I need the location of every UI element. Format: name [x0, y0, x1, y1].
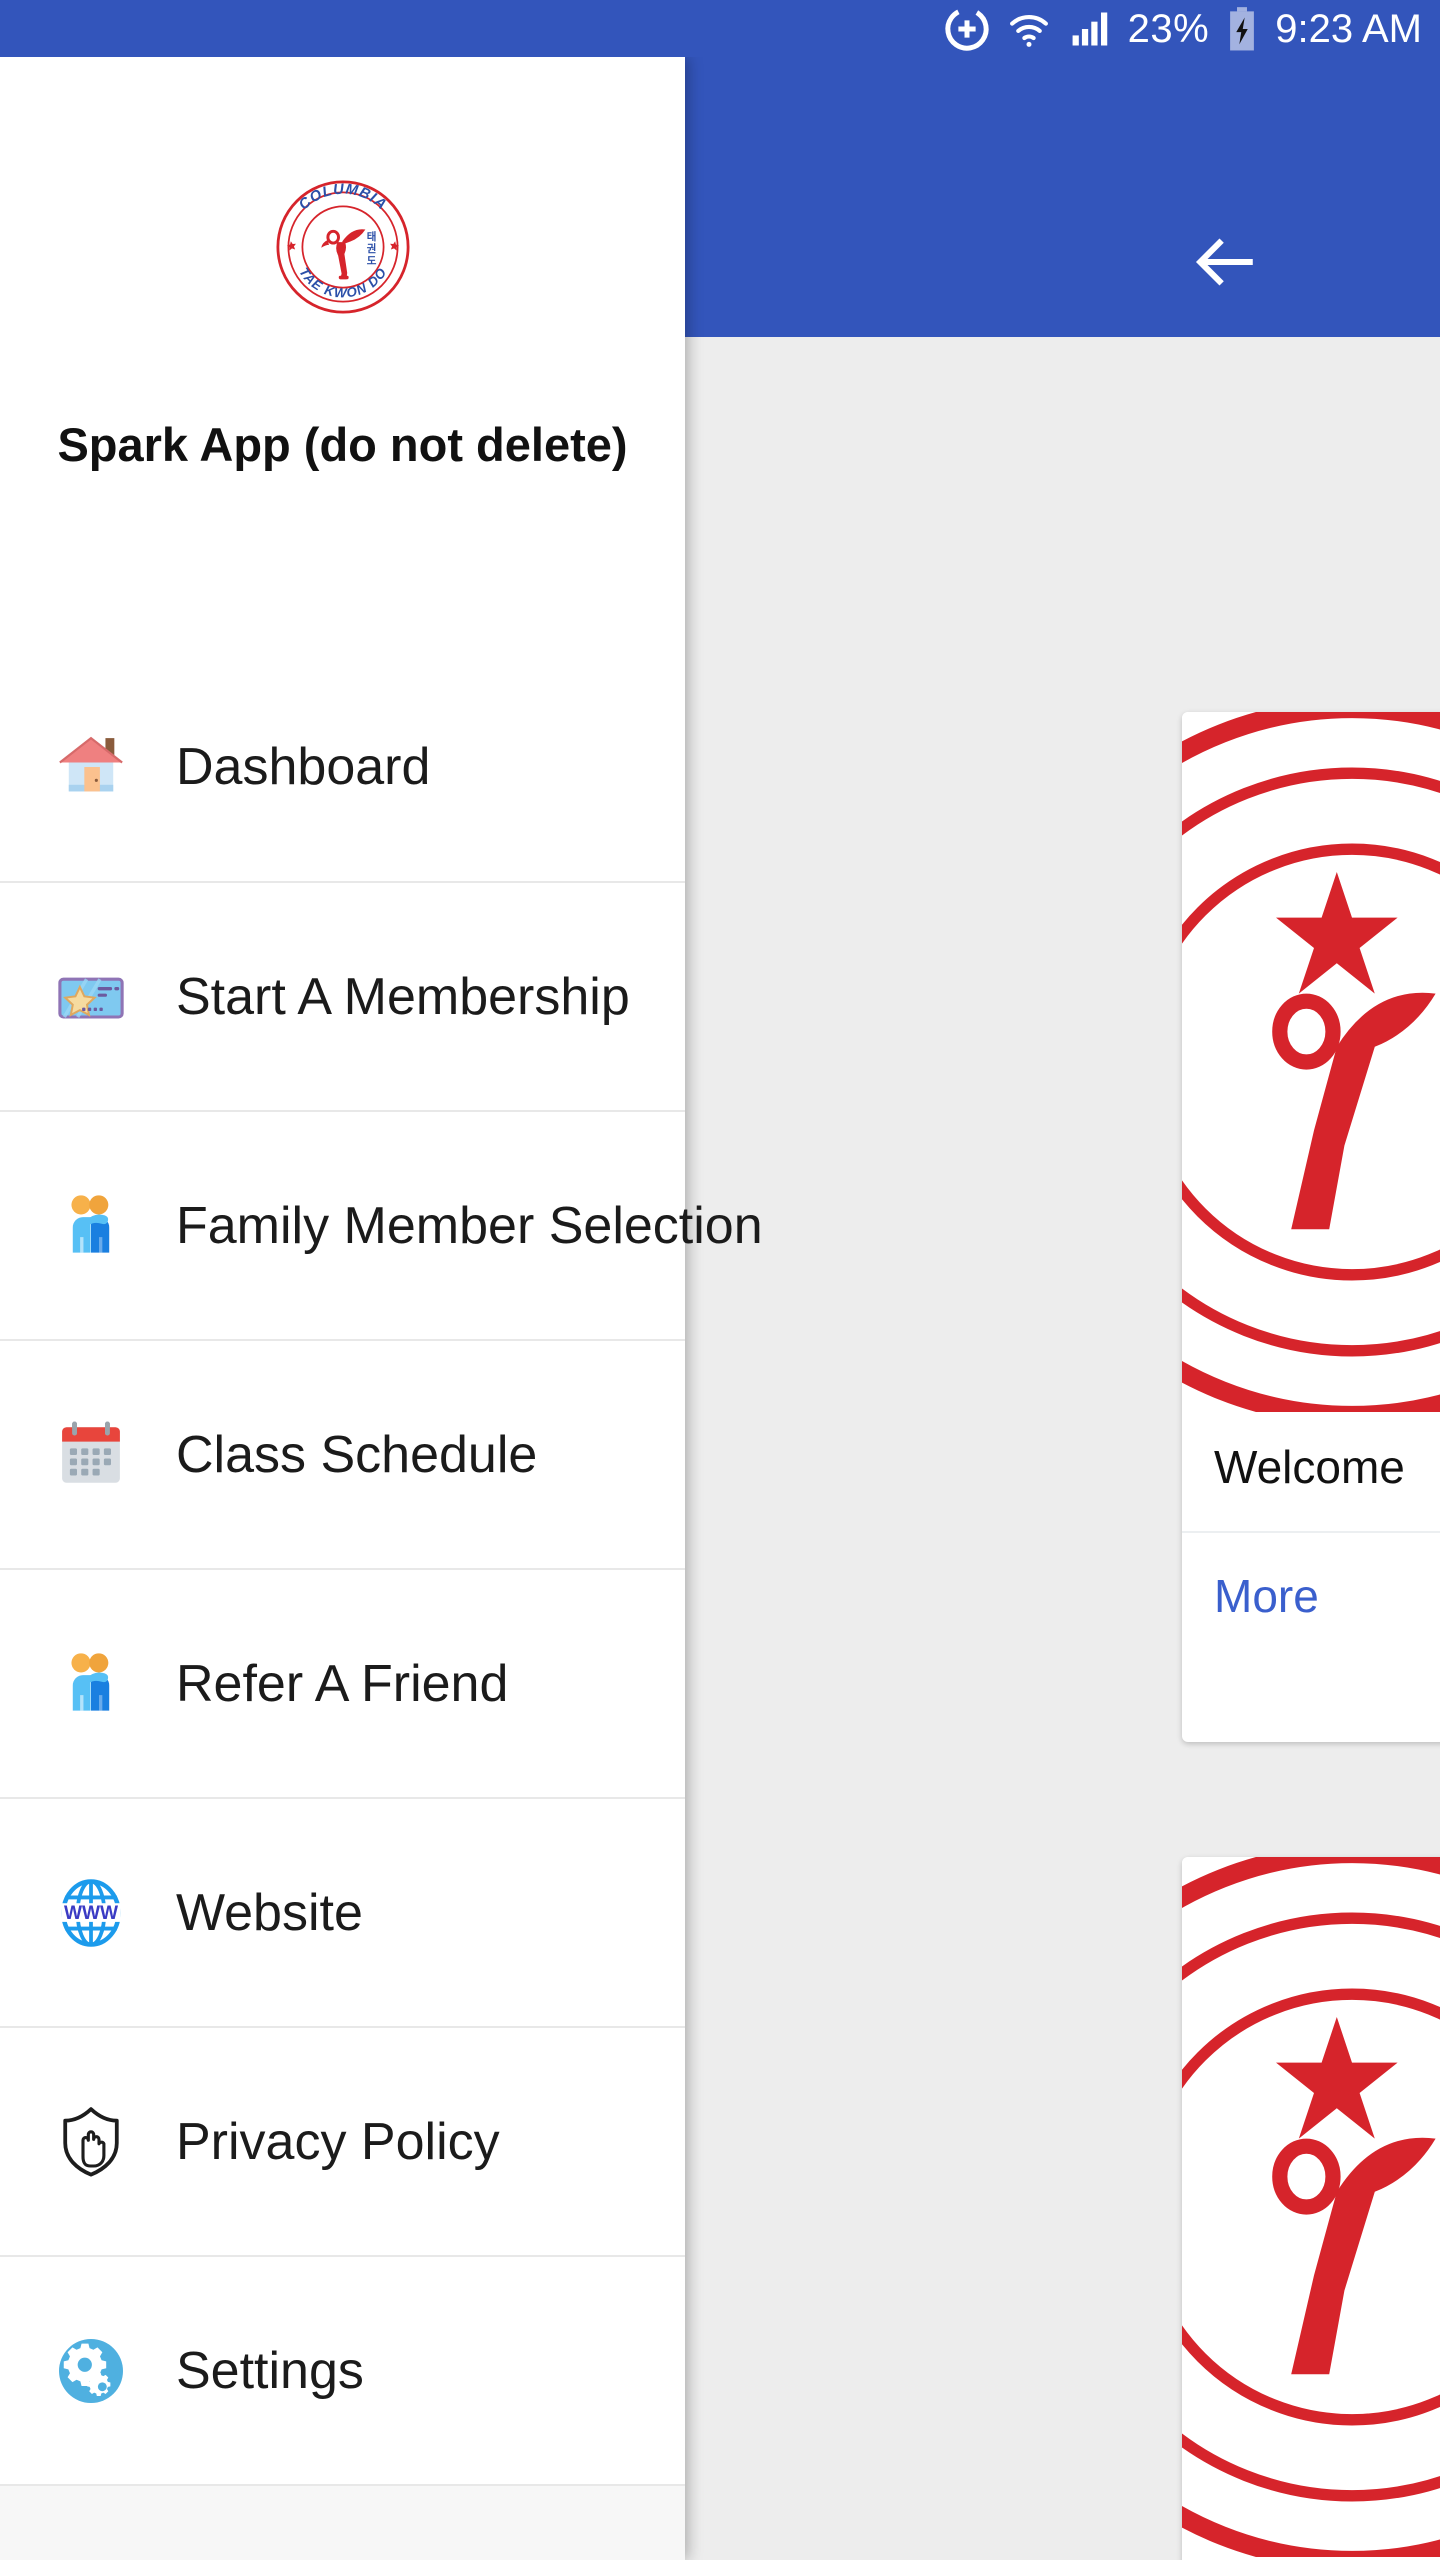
drawer-footer: [0, 2484, 685, 2560]
ticket-star-icon: [48, 954, 134, 1040]
drawer-menu-list: Dashboard Start A Membership Family Memb…: [0, 652, 763, 2484]
card-more-link[interactable]: More: [1182, 1533, 1440, 1659]
battery-percent-label: 23%: [1127, 6, 1210, 51]
card-media: [1182, 712, 1440, 1412]
drawer-item-label: Dashboard: [176, 737, 431, 796]
card-media: [1182, 1857, 1440, 2557]
columbia-tae-kwon-do-logo: COLUMBIA TAE KWON DO 태 권 도: [273, 177, 413, 317]
two-people-icon: [48, 1183, 134, 1269]
status-bar: 23% 9:23 AM: [0, 0, 1440, 57]
drawer-item-label: Privacy Policy: [176, 2112, 500, 2171]
drawer-item-website[interactable]: WWW Website: [0, 1797, 685, 2026]
drawer-item-dashboard[interactable]: Dashboard: [0, 652, 685, 881]
drawer-item-label: Class Schedule: [176, 1425, 538, 1484]
back-button[interactable]: [1185, 222, 1265, 302]
drawer-header: COLUMBIA TAE KWON DO 태 권 도 Spark App (do…: [0, 57, 685, 652]
content-card[interactable]: Welcome More: [1182, 712, 1440, 1742]
svg-text:권: 권: [366, 243, 376, 255]
svg-text:도: 도: [366, 255, 376, 267]
gears-icon: [48, 2328, 134, 2414]
content-card[interactable]: INFO F: [1182, 1857, 1440, 2560]
shield-hand-icon: [48, 2099, 134, 2185]
drawer-item-class-schedule[interactable]: Class Schedule: [0, 1339, 685, 1568]
svg-text:태: 태: [366, 230, 376, 243]
back-arrow-icon: [1192, 229, 1258, 295]
wifi-icon: [1006, 6, 1052, 52]
drawer-item-label: Family Member Selection: [176, 1196, 763, 1255]
columbia-tae-kwon-do-logo: [1182, 712, 1440, 1412]
two-people-icon: [48, 1641, 134, 1727]
clock-label: 9:23 AM: [1275, 6, 1422, 51]
www-globe-icon: WWW: [48, 1870, 134, 1956]
drawer-item-start-a-membership[interactable]: Start A Membership: [0, 881, 685, 1110]
drawer-item-refer-a-friend[interactable]: Refer A Friend: [0, 1568, 685, 1797]
drawer-item-label: Start A Membership: [176, 967, 630, 1026]
drawer-item-settings[interactable]: Settings: [0, 2255, 685, 2484]
drawer-app-title: Spark App (do not delete): [57, 418, 628, 471]
battery-charging-icon: [1225, 6, 1259, 52]
calendar-icon: [48, 1412, 134, 1498]
navigation-drawer: COLUMBIA TAE KWON DO 태 권 도 Spark App (do…: [0, 57, 763, 2560]
card-title: Welcome: [1214, 1441, 1405, 1493]
svg-text:WWW: WWW: [64, 1903, 119, 1924]
drawer-item-privacy-policy[interactable]: Privacy Policy: [0, 2026, 685, 2255]
circle-plus-icon: [944, 6, 990, 52]
drawer-item-label: Settings: [176, 2341, 364, 2400]
drawer-item-family-member-selection[interactable]: Family Member Selection: [0, 1110, 763, 1339]
drawer-item-label: Refer A Friend: [176, 1654, 509, 1713]
columbia-tae-kwon-do-logo: [1182, 1857, 1440, 2557]
drawer-item-label: Website: [176, 1883, 363, 1942]
signal-bars-icon: [1068, 7, 1112, 51]
house-icon: [48, 724, 134, 810]
